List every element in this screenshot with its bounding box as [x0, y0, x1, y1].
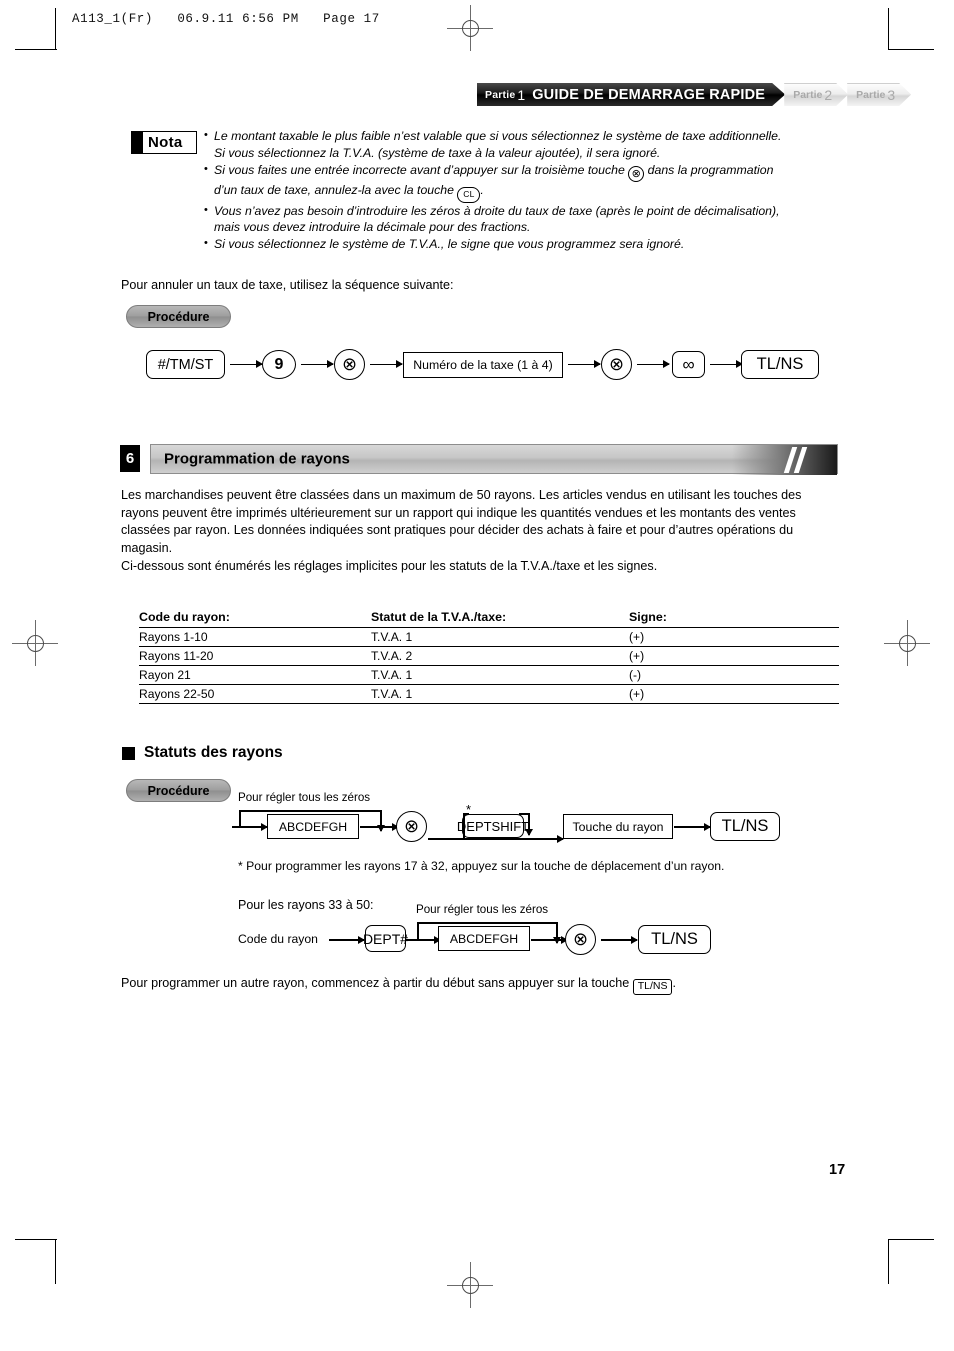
page-number: 17 [829, 1162, 846, 1178]
flow3-bypass-left [417, 922, 419, 939]
key-tlns-inline: TL/NS [632, 979, 673, 995]
closing-text-b: . [672, 976, 676, 990]
flow3-arrow-2 [531, 939, 567, 941]
flow3-arrow-1 [418, 939, 440, 941]
flow3-left-label: Code du rayon [238, 932, 318, 946]
key-dept-hash[interactable]: DEPT# [363, 925, 408, 952]
flow-dept-33-50: Pour régler tous les zéros Code du rayon… [0, 0, 954, 1351]
flow3-bypass-top [417, 922, 557, 924]
closing-paragraph: Pour programmer un autre rayon, commence… [121, 975, 821, 995]
flow3-arrow-3 [601, 939, 637, 941]
flow3-arrow-0 [329, 939, 364, 941]
key-multiply-4[interactable]: ⊗ [565, 924, 596, 955]
field-abcdefgh-2[interactable]: ABCDEFGH [438, 926, 530, 951]
closing-text-a: Pour programmer un autre rayon, commence… [121, 976, 630, 990]
key-tlns-3[interactable]: TL/NS [638, 925, 711, 954]
flow3-zero-caption: Pour régler tous les zéros [416, 903, 549, 916]
